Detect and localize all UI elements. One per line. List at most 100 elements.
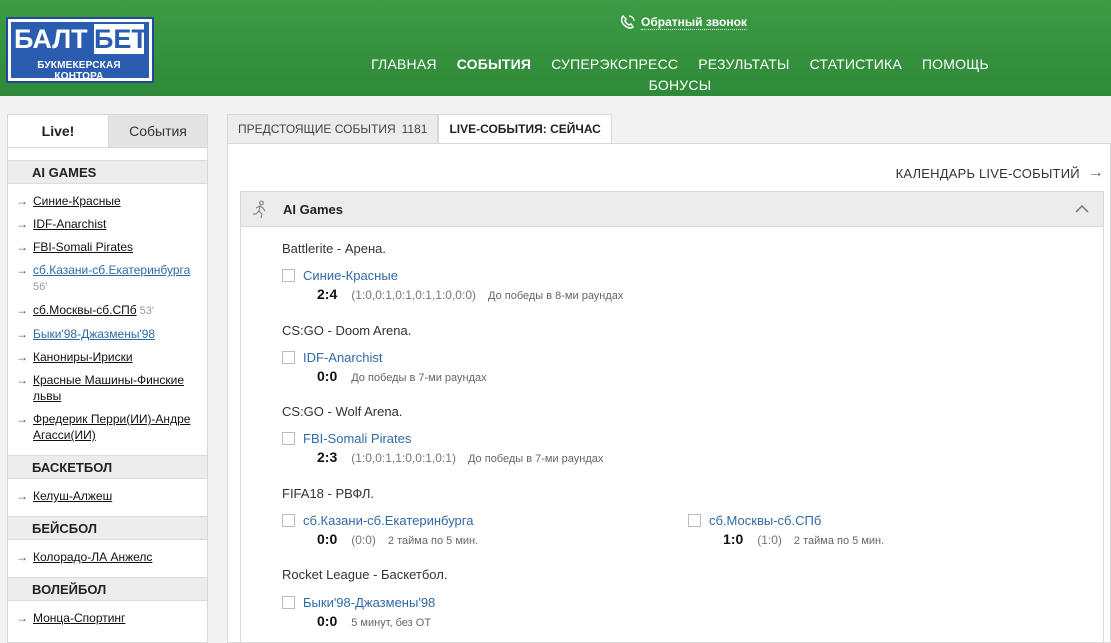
arrow-right-icon: → [16,350,28,364]
event-details: 2:3 (1:0,0:1,1:0,0:1,0:1) До победы в 7-ми… [317,449,603,465]
event-row: Синие-Красные 2:4 (1:0,0:1,0:1,0:1,1:0,0:… [282,268,702,304]
sidebar-item: → Колорадо-ЛА Анжелс [8,546,207,569]
event-checkbox[interactable] [282,596,295,609]
sidebar-list: → Монца-Спортинг [8,601,207,634]
event-group-ai-games: AI Games Battlerite - Арена. Синие-Красн… [240,191,1104,643]
nav-item-help[interactable]: ПОМОЩЬ [912,55,999,73]
sidebar-item-link[interactable]: сб.Казани-сб.Екатеринбурга [33,263,190,277]
nav-item-results[interactable]: РЕЗУЛЬТАТЫ [688,55,799,73]
event-score: 1:0 [723,531,744,547]
event-checkbox[interactable] [282,514,295,527]
event-row: IDF-Anarchist 0:0 До победы в 7-ми раунда… [282,350,702,386]
arrow-right-icon: → [16,489,28,503]
sidebar-item-link[interactable]: Красные Машины-Финские львы [33,372,199,404]
sidebar-item-link[interactable]: Монца-Спортинг [33,610,125,626]
sidebar-item: → Красные Машины-Финские львы [8,369,207,408]
live-calendar-label: КАЛЕНДАРЬ LIVE-СОБЫТИЙ [895,165,1080,181]
sidebar-heading[interactable]: БАСКЕТБОЛ [8,455,207,479]
sidebar-section-basketball: БАСКЕТБОЛ → Келуш-Алжеш [8,455,207,512]
event-format-note: 2 тайма по 5 мин. [387,535,479,547]
sidebar-item-link[interactable]: Канониры-Ириски [33,349,133,365]
arrow-right-icon: → [16,373,28,387]
arrow-right-icon: → [16,611,28,625]
sidebar-item-link[interactable]: FBI-Somali Pirates [33,239,133,255]
sidebar-item-link[interactable]: Синие-Красные [33,193,121,209]
event-name[interactable]: Быки'98-Джазмены'98 [303,595,435,610]
league-title: Battlerite - Арена. [282,241,387,256]
sidebar-item: → FBI-Somali Pirates [8,236,207,259]
logo-frame: БАЛТ БЕТ БУКМЕКЕРСКАЯ КОНТОРА [6,17,154,83]
sidebar-item: → сб.Москвы-сб.СПб 53' [8,299,207,323]
tab-live[interactable]: Live! [8,115,108,147]
event-details: 2:4 (1:0,0:1,0:1,0:1,1:0,0:0) До победы в … [317,286,623,302]
main-nav-row: ГЛАВНАЯ СОБЫТИЯ СУПЕРЭКСПРЕСС РЕЗУЛЬТАТЫ… [370,55,990,73]
event-group-header[interactable]: AI Games [241,192,1103,227]
event-format-note: До победы в 8-ми раундах [488,290,624,302]
tab-events[interactable]: События [108,115,207,147]
league-title: Rocket League - Баскетбол. [282,567,448,582]
event-score-breakdown: (0:0) [351,533,376,547]
site-logo[interactable]: БАЛТ БЕТ БУКМЕКЕРСКАЯ КОНТОРА [6,17,154,83]
event-name[interactable]: сб.Казани-сб.Екатеринбурга [303,513,473,528]
arrow-right-icon: → [16,412,28,426]
event-row: сб.Казани-сб.Екатеринбурга 0:0 (0:0) 2 тай… [282,513,662,549]
match-minute: 53' [139,305,154,317]
nav-item-statistics[interactable]: СТАТИСТИКА [800,55,912,73]
event-format-note: До победы в 7-ми раундах [351,372,487,384]
event-checkbox[interactable] [688,514,701,527]
sidebar-heading[interactable]: БЕЙСБОЛ [8,516,207,540]
sidebar-heading[interactable]: AI GAMES [8,160,207,184]
sidebar-item: → Келуш-Алжеш [8,485,207,508]
sidebar-item: → Канониры-Ириски [8,346,207,369]
event-details: 0:0 5 минут, без ОТ [317,613,431,629]
event-row: FBI-Somali Pirates 2:3 (1:0,0:1,1:0,0:1,0… [282,431,702,467]
event-row: сб.Москвы-сб.СПб 1:0 (1:0) 2 тайма по 5 ми… [688,513,1068,549]
event-name[interactable]: IDF-Anarchist [303,350,382,365]
nav-item-events[interactable]: СОБЫТИЯ [447,55,542,73]
live-calendar-link[interactable]: КАЛЕНДАРЬ LIVE-СОБЫТИЙ → [896,164,1104,182]
nav-item-bonuses[interactable]: БОНУСЫ [639,76,722,94]
arrow-right-icon: → [16,550,28,564]
sidebar-item-link[interactable]: Колорадо-ЛА Анжелс [33,549,152,565]
sidebar-item: → сб.Казани-сб.Екатеринбурга 56' [8,259,207,299]
sidebar-section-volleyball: ВОЛЕЙБОЛ → Монца-Спортинг [8,577,207,634]
event-score: 0:0 [317,531,338,547]
sidebar-item-link[interactable]: Быки'98-Джазмены'98 [33,326,155,342]
sidebar-item-link[interactable]: сб.Москвы-сб.СПб [33,303,137,317]
sidebar-item-link[interactable]: Келуш-Алжеш [33,488,112,504]
main-nav-row-2: БОНУСЫ [370,76,990,94]
callback-link[interactable]: Обратный звонок [619,12,747,32]
arrow-right-icon: → [16,217,28,231]
running-person-icon [253,200,266,219]
tab-upcoming-events[interactable]: ПРЕДСТОЯЩИЕ СОБЫТИЯ 1181 [227,114,439,144]
league-title: CS:GO - Doom Arena. [282,323,412,338]
main-content: ПРЕДСТОЯЩИЕ СОБЫТИЯ 1181 LIVE-СОБЫТИЯ: СЕ… [227,114,1111,643]
event-checkbox[interactable] [282,269,295,282]
chevron-up-icon[interactable] [1073,200,1091,218]
arrow-right-icon: → [16,240,28,254]
nav-item-home[interactable]: ГЛАВНАЯ [361,55,447,73]
league-title: CS:GO - Wolf Arena. [282,404,403,419]
logo-text-bet: БЕТ [94,24,148,54]
event-name[interactable]: Синие-Красные [303,268,398,283]
tab-live-events[interactable]: LIVE-СОБЫТИЯ: СЕЙЧАС [438,114,612,144]
sidebar-item-link[interactable]: IDF-Anarchist [33,216,106,232]
event-score: 0:0 [317,613,338,629]
event-name[interactable]: сб.Москвы-сб.СПб [709,513,821,528]
event-format-note: 2 тайма по 5 мин. [793,535,885,547]
event-name[interactable]: FBI-Somali Pirates [303,431,411,446]
event-score-breakdown: (1:0) [757,533,782,547]
event-score: 2:4 [317,286,338,302]
event-checkbox[interactable] [282,351,295,364]
nav-item-superexpress[interactable]: СУПЕРЭКСПРЕСС [541,55,688,73]
event-details: 0:0 До победы в 7-ми раундах [317,368,487,384]
arrow-right-icon: → [16,327,28,341]
sidebar-item-link[interactable]: Фредерик Перри(ИИ)-Андре Агасси(ИИ) [33,411,199,443]
arrow-right-icon: → [16,194,28,208]
event-checkbox[interactable] [282,432,295,445]
arrow-right-icon: → [1087,164,1104,181]
sidebar-item: → IDF-Anarchist [8,213,207,236]
tab-upcoming-count: 1181 [401,122,428,136]
sidebar-heading[interactable]: ВОЛЕЙБОЛ [8,577,207,601]
arrow-right-icon: → [16,303,28,317]
